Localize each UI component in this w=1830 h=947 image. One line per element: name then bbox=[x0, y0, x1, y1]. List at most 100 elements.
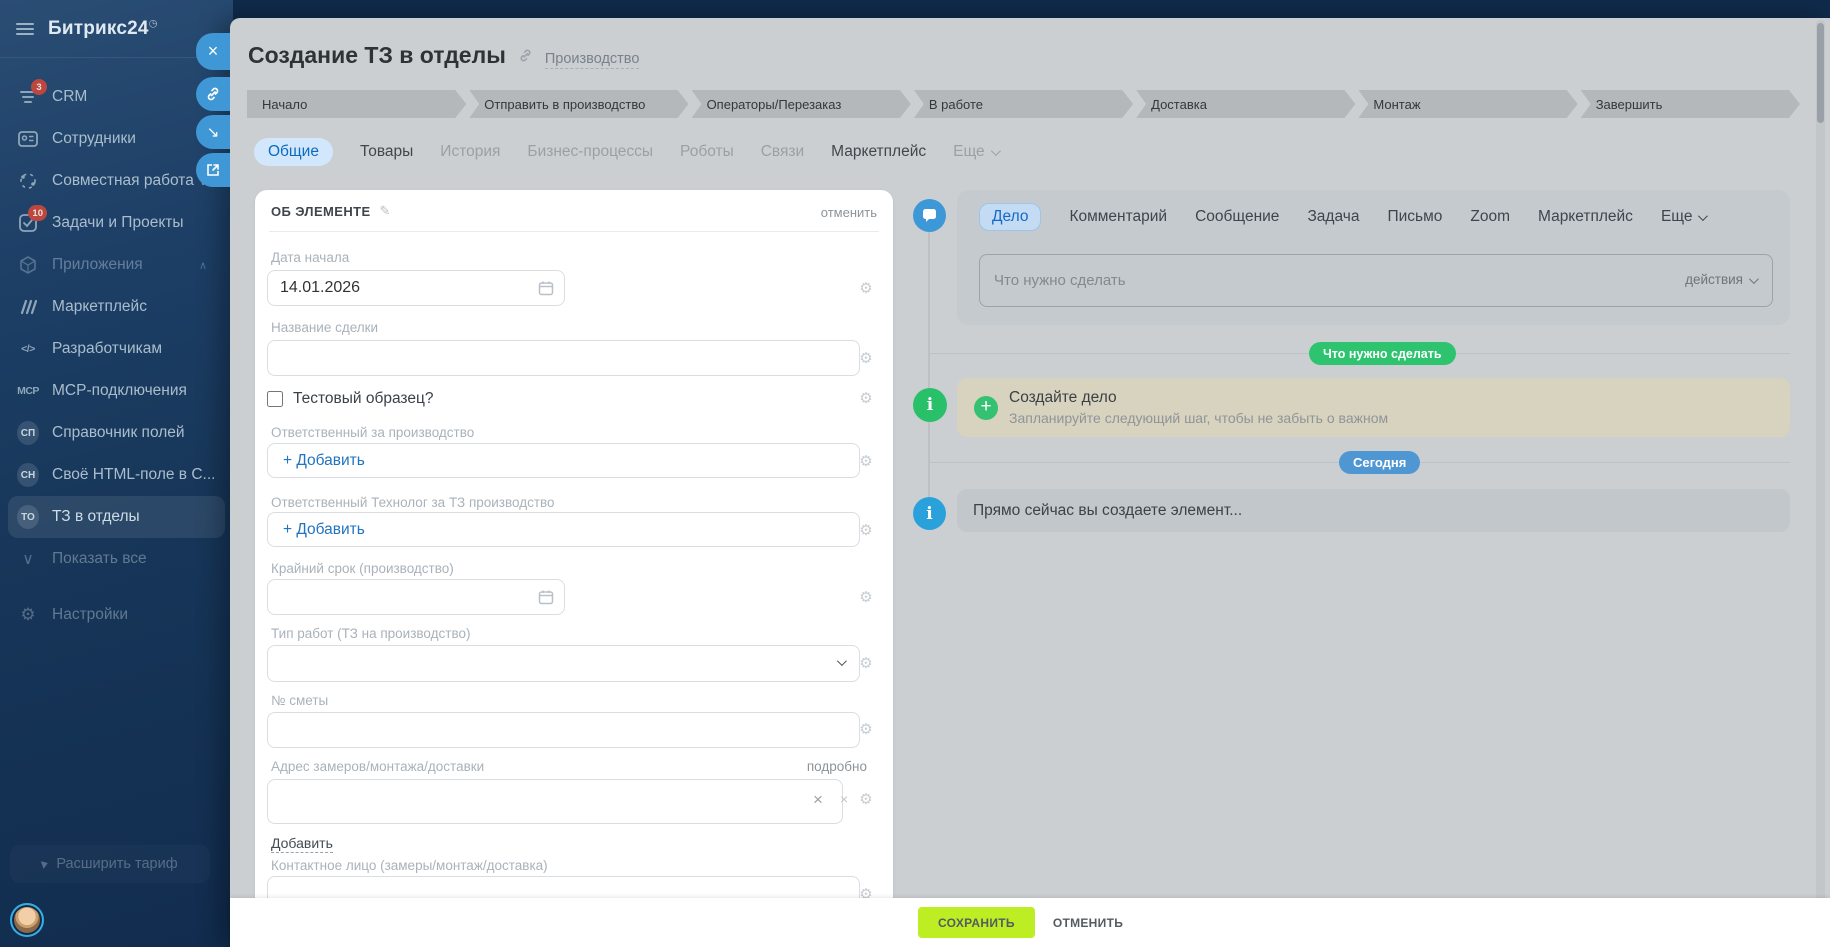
address-input[interactable] bbox=[267, 779, 843, 824]
crm-badge: 3 bbox=[31, 79, 47, 95]
scrollbar[interactable] bbox=[1816, 20, 1825, 945]
save-button[interactable]: СОХРАНИТЬ bbox=[918, 907, 1035, 938]
gear-icon[interactable]: ⚙ bbox=[856, 279, 876, 297]
stage-installation[interactable]: Монтаж bbox=[1358, 90, 1577, 118]
address-details-link[interactable]: подробно bbox=[807, 759, 867, 774]
app-logo[interactable]: Битрикс24◷ bbox=[48, 18, 158, 40]
todo-input[interactable] bbox=[980, 255, 1534, 306]
work-type-select[interactable] bbox=[267, 645, 860, 682]
scrollbar-thumb[interactable] bbox=[1817, 23, 1824, 123]
add-responsible-link[interactable]: + Добавить bbox=[283, 452, 365, 470]
chevron-up-icon: ∧ bbox=[199, 259, 207, 272]
stage-finish[interactable]: Завершить bbox=[1581, 90, 1800, 118]
divider bbox=[269, 231, 879, 232]
hamburger-icon[interactable] bbox=[16, 23, 34, 35]
actions-dropdown[interactable]: действия bbox=[1685, 272, 1756, 287]
stage-send-to-production[interactable]: Отправить в производство bbox=[469, 90, 688, 118]
page-title: Создание ТЗ в отделы bbox=[248, 42, 506, 69]
tab-more[interactable]: Еще bbox=[953, 143, 998, 161]
clock-icon: ◷ bbox=[149, 19, 158, 30]
calendar-icon[interactable] bbox=[538, 589, 554, 605]
sidebar-item-marketplace[interactable]: Маркетплейс bbox=[0, 286, 233, 328]
sidebar-item-tz-departments[interactable]: ТО ТЗ в отделы bbox=[8, 496, 225, 538]
form-cancel-link[interactable]: отменить bbox=[821, 205, 877, 220]
tab-history[interactable]: История bbox=[440, 143, 500, 161]
sidebar-item-tasks[interactable]: 10 Задачи и Проекты bbox=[0, 202, 233, 244]
resp-production-label: Ответственный за производство bbox=[271, 425, 474, 440]
todo-input-wrap: действия bbox=[979, 254, 1773, 307]
timeline-line bbox=[928, 232, 930, 514]
sidebar-item-settings[interactable]: ⚙ Настройки bbox=[0, 594, 233, 636]
link-icon[interactable] bbox=[518, 48, 533, 63]
collapse-button[interactable]: ↘ bbox=[196, 115, 230, 149]
stage-operators[interactable]: Операторы/Перезаказ bbox=[692, 90, 911, 118]
stage-in-progress[interactable]: В работе bbox=[914, 90, 1133, 118]
gear-icon[interactable]: ⚙ bbox=[856, 521, 876, 539]
comment-bubble-icon bbox=[913, 199, 946, 232]
stage-delivery[interactable]: Доставка bbox=[1136, 90, 1355, 118]
remove-field-icon[interactable]: × bbox=[840, 791, 848, 807]
estimate-no-input[interactable] bbox=[267, 712, 860, 748]
resp-technolog-box: + Добавить bbox=[267, 512, 860, 547]
pencil-icon[interactable]: ✎ bbox=[380, 203, 391, 219]
sidebar-item-apps[interactable]: Приложения ∧ bbox=[0, 244, 233, 286]
tab-activity[interactable]: Дело bbox=[979, 203, 1041, 231]
tab-general[interactable]: Общие bbox=[254, 138, 333, 166]
upgrade-plan-button[interactable]: Расширить тариф bbox=[10, 845, 210, 883]
calendar-icon[interactable] bbox=[538, 280, 554, 296]
gear-icon[interactable]: ⚙ bbox=[856, 790, 876, 808]
detail-tabs: Общие Товары История Бизнес-процессы Роб… bbox=[254, 137, 998, 167]
sidebar-item-field-directory[interactable]: СП Справочник полей bbox=[0, 412, 233, 454]
pipeline-stage-bar: Начало Отправить в производство Оператор… bbox=[247, 90, 1800, 118]
test-sample-checkbox[interactable] bbox=[267, 391, 283, 407]
deal-name-input[interactable] bbox=[267, 340, 860, 376]
now-text: Прямо сейчас вы создаете элемент... bbox=[973, 502, 1242, 520]
address-add-link[interactable]: Добавить bbox=[271, 835, 333, 853]
create-activity-hint-card[interactable]: + Создайте дело Запланируйте следующий ш… bbox=[957, 378, 1790, 437]
sidebar-item-show-all[interactable]: ∨ Показать все bbox=[0, 538, 233, 580]
clear-icon[interactable]: × bbox=[813, 790, 823, 810]
deadline-input[interactable] bbox=[267, 579, 565, 615]
tab-more[interactable]: Еще bbox=[1661, 208, 1706, 226]
stage-start[interactable]: Начало bbox=[247, 90, 466, 118]
close-slider-button[interactable]: × bbox=[196, 33, 230, 70]
add-technolog-link[interactable]: + Добавить bbox=[283, 521, 365, 539]
tab-message[interactable]: Сообщение bbox=[1195, 208, 1279, 226]
gear-icon[interactable]: ⚙ bbox=[856, 588, 876, 606]
tab-business-processes[interactable]: Бизнес-процессы bbox=[527, 143, 653, 161]
cancel-button[interactable]: ОТМЕНИТЬ bbox=[1053, 916, 1123, 930]
sidebar-item-mcp[interactable]: MCP MCP-подключения bbox=[0, 370, 233, 412]
tasks-check-icon: 10 bbox=[17, 212, 39, 234]
todo-badge[interactable]: Что нужно сделать bbox=[1309, 342, 1456, 365]
tab-robots[interactable]: Роботы bbox=[680, 143, 734, 161]
gear-icon[interactable]: ⚙ bbox=[856, 349, 876, 367]
tab-marketplace[interactable]: Маркетплейс bbox=[831, 143, 926, 161]
tab-task[interactable]: Задача bbox=[1307, 208, 1359, 226]
copy-link-button[interactable] bbox=[196, 77, 230, 111]
tab-links[interactable]: Связи bbox=[761, 143, 804, 161]
sidebar-item-html-field[interactable]: СН Своё HTML-поле в С... bbox=[0, 454, 233, 496]
chevron-down-icon bbox=[991, 146, 1001, 156]
sidebar-item-developers[interactable]: </> Разработчикам bbox=[0, 328, 233, 370]
gear-icon[interactable]: ⚙ bbox=[856, 452, 876, 470]
element-form-card: ОБ ЭЛЕМЕНТЕ ✎ отменить Дата начала ⚙ Наз… bbox=[255, 190, 893, 947]
slider-panel: × ↘ Создание ТЗ в отделы Производство На… bbox=[230, 18, 1830, 947]
category-selector[interactable]: Производство bbox=[545, 51, 640, 69]
tab-email[interactable]: Письмо bbox=[1387, 208, 1442, 226]
open-new-window-button[interactable] bbox=[196, 153, 230, 187]
avatar-sn: СН bbox=[17, 463, 39, 487]
user-avatar[interactable] bbox=[10, 903, 44, 937]
gear-icon: ⚙ bbox=[17, 604, 39, 626]
gear-icon[interactable]: ⚙ bbox=[856, 389, 876, 407]
tab-comment[interactable]: Комментарий bbox=[1069, 208, 1167, 226]
tab-zoom[interactable]: Zoom bbox=[1470, 208, 1510, 226]
code-icon: </> bbox=[17, 338, 39, 360]
id-card-icon bbox=[17, 128, 39, 150]
tab-marketplace[interactable]: Маркетплейс bbox=[1538, 208, 1633, 226]
section-title: ОБ ЭЛЕМЕНТЕ ✎ bbox=[271, 203, 391, 219]
gear-icon[interactable]: ⚙ bbox=[856, 720, 876, 738]
tab-products[interactable]: Товары bbox=[360, 143, 413, 161]
plus-icon[interactable]: + bbox=[974, 396, 998, 420]
gear-icon[interactable]: ⚙ bbox=[856, 654, 876, 672]
date-start-input[interactable] bbox=[267, 270, 565, 306]
